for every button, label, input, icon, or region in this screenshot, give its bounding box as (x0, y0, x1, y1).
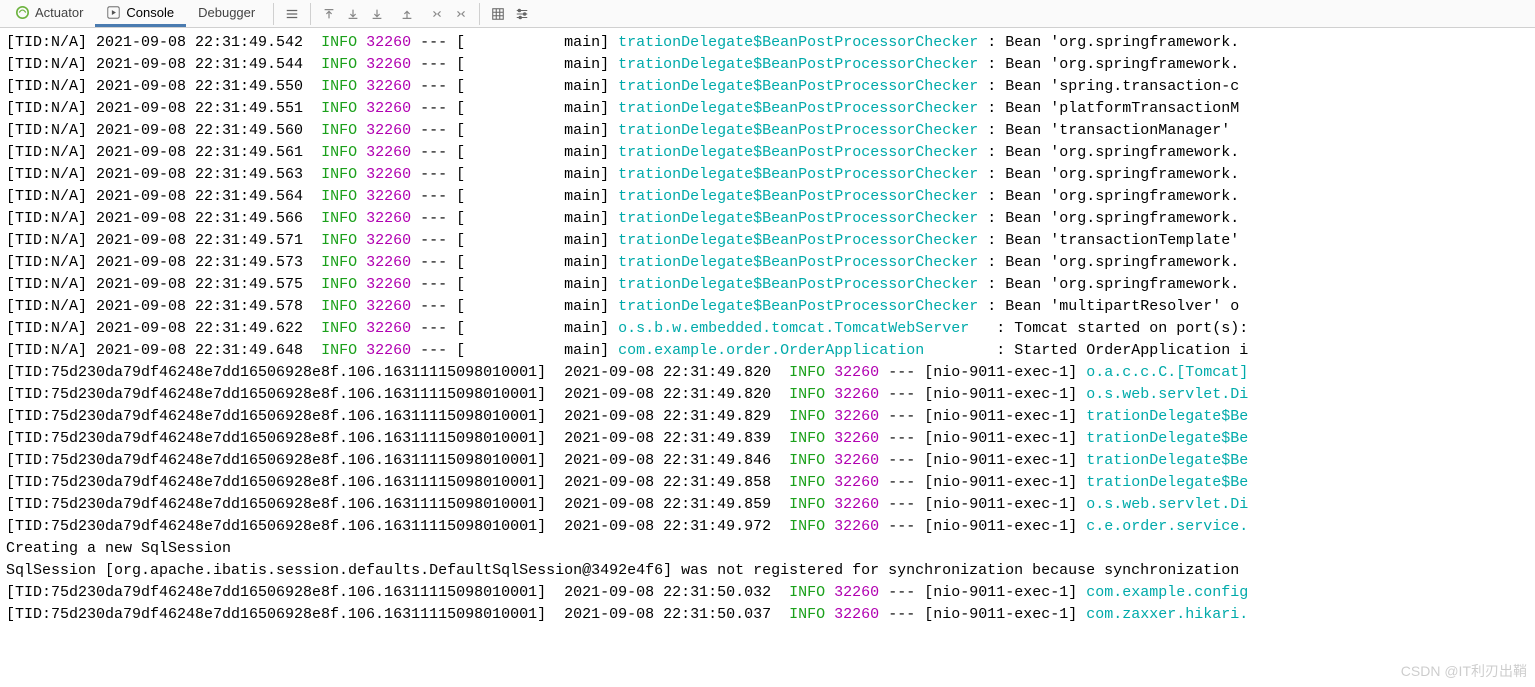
tab-debugger[interactable]: Debugger (186, 0, 267, 27)
tab-label: Actuator (35, 5, 83, 20)
spring-icon (16, 6, 29, 19)
tab-console[interactable]: Console (95, 0, 186, 27)
divider (273, 3, 274, 25)
tab-label: Debugger (198, 5, 255, 20)
scroll-to-start-icon[interactable] (317, 2, 341, 26)
table-icon[interactable] (486, 2, 510, 26)
watermark: CSDN @IT利刃出鞘 (1401, 661, 1527, 681)
console-output[interactable]: [TID:N/A] 2021-09-08 22:31:49.542 INFO 3… (0, 28, 1535, 626)
divider (310, 3, 311, 25)
toolbar: Actuator Console Debugger (0, 0, 1535, 28)
play-icon (107, 6, 120, 19)
settings-icon[interactable] (510, 2, 534, 26)
swap-1-icon[interactable] (425, 2, 449, 26)
wrap-lines-icon[interactable] (280, 2, 304, 26)
download-1-icon[interactable] (341, 2, 365, 26)
divider (479, 3, 480, 25)
tab-label: Console (126, 5, 174, 20)
upload-icon[interactable] (395, 2, 419, 26)
swap-2-icon[interactable] (449, 2, 473, 26)
download-2-icon[interactable] (365, 2, 389, 26)
tab-actuator[interactable]: Actuator (4, 0, 95, 27)
